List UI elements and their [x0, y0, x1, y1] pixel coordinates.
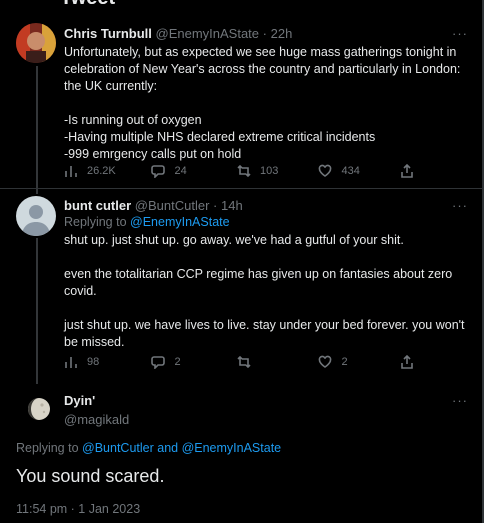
author-handle[interactable]: @magikald	[64, 412, 129, 427]
reply-button[interactable]: 2	[151, 355, 236, 369]
tweet-time[interactable]: 22h	[271, 26, 293, 41]
replying-prefix: Replying to	[64, 215, 127, 229]
reply-icon	[151, 356, 166, 369]
like-count: 2	[341, 356, 348, 368]
action-bar: 26.2K 24 103 434	[64, 163, 414, 179]
tweet-content: bunt cutler @BuntCutler · 14h Replying t…	[64, 198, 468, 351]
replying-link[interactable]: @BuntCutler and @EnemyInAState	[82, 441, 281, 455]
tweet-content: Chris Turnbull @EnemyInAState · 22h Unfo…	[64, 26, 468, 163]
analytics-icon	[65, 357, 77, 368]
retweet-icon	[237, 164, 251, 178]
tweet-text: shut up. just shut up. go away. we've ha…	[64, 232, 468, 351]
separator-dot: ·	[262, 26, 267, 41]
heart-icon	[319, 355, 332, 368]
avatar[interactable]	[16, 196, 56, 236]
reply-icon	[151, 165, 166, 178]
tweet-line: -Having multiple NHS declared extreme cr…	[64, 130, 376, 144]
share-icon	[401, 355, 413, 369]
views-count: 26.2K	[87, 165, 116, 177]
main-tweet-header: Dyin' @magikald	[64, 393, 468, 428]
reply-button[interactable]: 24	[151, 164, 236, 178]
views-count: 98	[87, 356, 100, 368]
author-name[interactable]: Dyin'	[64, 393, 95, 408]
more-options-icon[interactable]: ···	[452, 393, 468, 408]
author-name[interactable]: Chris Turnbull	[64, 26, 152, 41]
tweet-paragraph: just shut up. we have lives to live. sta…	[64, 318, 465, 349]
more-options-icon[interactable]: ···	[452, 26, 468, 41]
replying-to: Replying to @BuntCutler and @EnemyInASta…	[16, 441, 281, 455]
tweet-line: -999 emrgency calls put on hold	[64, 147, 242, 161]
analytics-icon	[65, 166, 77, 177]
more-options-icon[interactable]: ···	[452, 198, 468, 213]
main-tweet-text: You sound scared.	[16, 466, 165, 486]
author-handle[interactable]: @EnemyInAState	[156, 26, 260, 41]
retweet-button[interactable]	[237, 355, 319, 369]
reply-count: 24	[174, 165, 187, 177]
tweet-text: Unfortunately, but as expected we see hu…	[64, 44, 468, 163]
retweet-button[interactable]: 103	[237, 164, 319, 178]
separator-dot: ·	[213, 198, 218, 213]
retweet-icon	[237, 355, 251, 369]
page-title: Tweet	[60, 0, 115, 10]
like-button[interactable]: 434	[318, 164, 400, 178]
divider	[0, 188, 482, 189]
like-count: 434	[341, 165, 360, 177]
views-button[interactable]: 98	[64, 355, 151, 369]
tweet-time[interactable]: 14h	[221, 198, 243, 213]
author-handle[interactable]: @BuntCutler	[135, 198, 210, 213]
tweet-paragraph: shut up. just shut up. go away. we've ha…	[64, 233, 404, 247]
tweet-line: -Is running out of oxygen	[64, 113, 202, 127]
share-button[interactable]	[400, 355, 414, 369]
thread-line	[36, 238, 38, 384]
share-button[interactable]	[400, 164, 414, 178]
author-name[interactable]: bunt cutler	[64, 198, 131, 213]
replying-link[interactable]: @EnemyInAState	[130, 215, 230, 229]
replying-to: Replying to @EnemyInAState	[64, 214, 468, 230]
thread-line	[36, 66, 38, 194]
replying-prefix: Replying to	[16, 441, 79, 455]
tweet-timestamp[interactable]: 11:54 pm · 1 Jan 2023	[16, 502, 140, 516]
heart-icon	[319, 164, 332, 177]
avatar[interactable]	[22, 392, 56, 426]
action-bar: 98 2 2	[64, 354, 414, 370]
like-button[interactable]: 2	[318, 355, 400, 369]
reply-count: 2	[174, 356, 181, 368]
avatar[interactable]	[16, 23, 56, 63]
tweet-paragraph: even the totalitarian CCP regime has giv…	[64, 267, 453, 298]
tweet-paragraph: Unfortunately, but as expected we see hu…	[64, 45, 461, 93]
retweet-count: 103	[259, 165, 279, 177]
views-button[interactable]: 26.2K	[64, 164, 151, 178]
share-icon	[401, 164, 413, 178]
